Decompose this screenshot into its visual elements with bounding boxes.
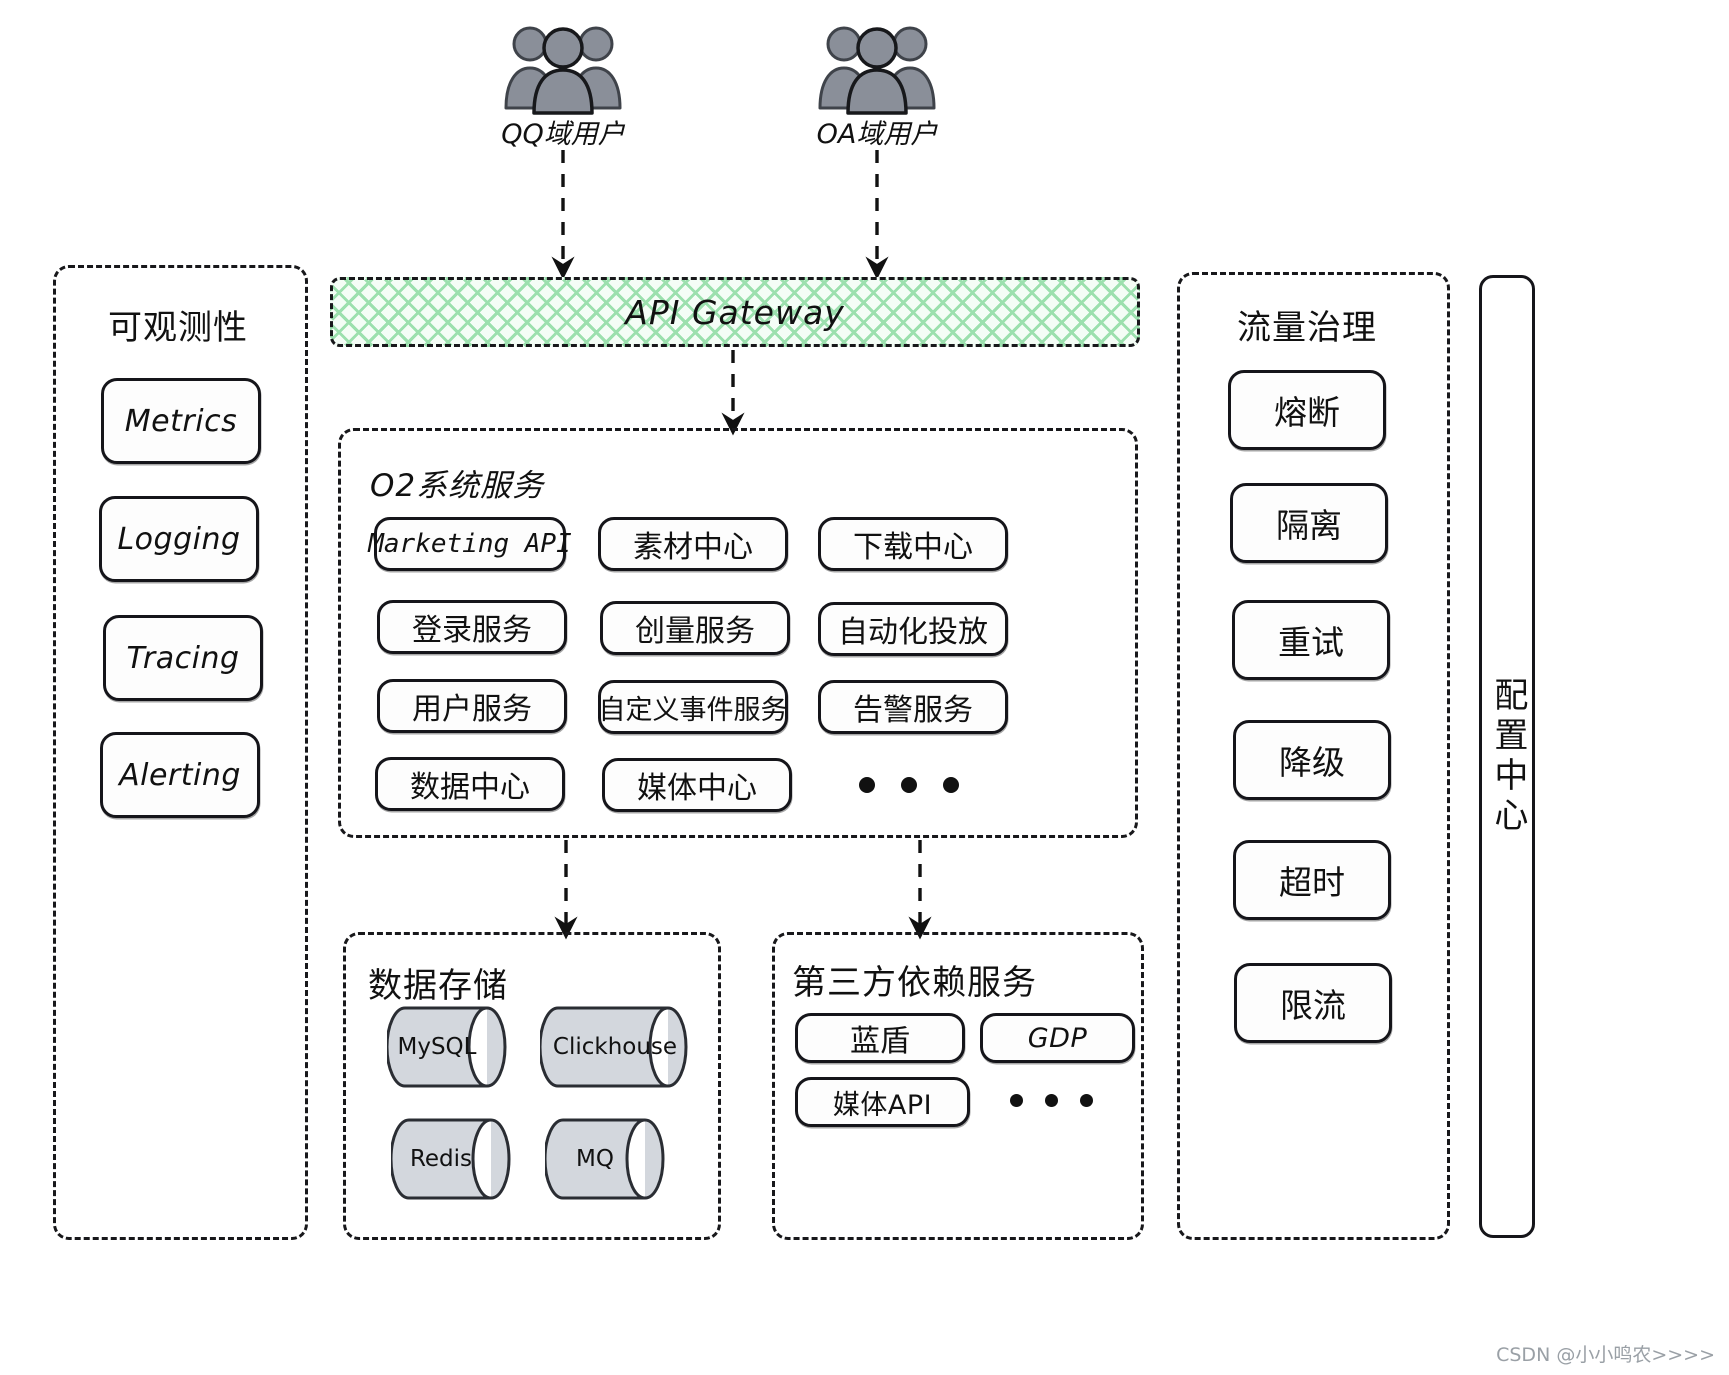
ellipsis-dot <box>859 777 875 793</box>
database-label-clickhouse: Clickhouse <box>552 1034 678 1060</box>
o2-service-data-center[interactable]: 数据中心 <box>375 757 565 811</box>
o2-service-login[interactable]: 登录服务 <box>377 600 567 654</box>
database-label-mysql: MySQL <box>397 1034 477 1060</box>
o2-service-more-ellipsis <box>859 777 959 793</box>
config-center-panel[interactable]: 配置中心 <box>1479 275 1535 1238</box>
third-party-item-landun[interactable]: 蓝盾 <box>795 1013 965 1063</box>
api-gateway-label: API Gateway <box>625 292 845 332</box>
database-label-redis: Redis <box>409 1146 473 1172</box>
traffic-item-circuit-breaker[interactable]: 熔断 <box>1228 370 1386 450</box>
actor-label-oa: OA域用户 <box>816 119 938 150</box>
config-center-label: 配置中心 <box>1488 676 1527 837</box>
o2-service-marketing-api[interactable]: Marketing API <box>368 517 572 571</box>
traffic-item-isolation[interactable]: 隔离 <box>1230 483 1388 563</box>
third-party-item-gdp[interactable]: GDP <box>980 1013 1135 1063</box>
third-party-item-media-api[interactable]: 媒体API <box>795 1077 970 1127</box>
traffic-item-degradation[interactable]: 降级 <box>1233 720 1391 800</box>
o2-service-alert[interactable]: 告警服务 <box>818 680 1008 734</box>
observability-item-tracing[interactable]: Tracing <box>103 615 263 701</box>
ellipsis-dot <box>943 777 959 793</box>
observability-item-logging[interactable]: Logging <box>99 496 259 582</box>
database-label-mq: MQ <box>576 1146 614 1172</box>
ellipsis-dot <box>1045 1094 1058 1107</box>
ellipsis-dot <box>901 777 917 793</box>
database-cylinder-redis[interactable]: Redis <box>391 1116 513 1202</box>
traffic-item-rate-limit[interactable]: 限流 <box>1234 963 1392 1043</box>
users-group-icon-qq <box>503 20 623 115</box>
o2-service-download-center[interactable]: 下载中心 <box>818 517 1008 571</box>
database-cylinder-mq[interactable]: MQ <box>545 1116 667 1202</box>
o2-service-user[interactable]: 用户服务 <box>377 679 567 733</box>
o2-service-automation[interactable]: 自动化投放 <box>818 602 1008 656</box>
observability-item-metrics[interactable]: Metrics <box>101 378 261 464</box>
api-gateway-bar[interactable]: API Gateway <box>330 277 1140 347</box>
traffic-item-retry[interactable]: 重试 <box>1232 600 1390 680</box>
o2-service-volume[interactable]: 创量服务 <box>600 601 790 655</box>
database-cylinder-mysql[interactable]: MySQL <box>387 1004 509 1090</box>
ellipsis-dot <box>1010 1094 1023 1107</box>
o2-service-media-center[interactable]: 媒体中心 <box>602 758 792 812</box>
o2-service-material-center[interactable]: 素材中心 <box>598 517 788 571</box>
data-storage-title: 数据存储 <box>368 967 508 1005</box>
o2-service-custom-event[interactable]: 自定义事件服务 <box>598 680 788 734</box>
traffic-item-timeout[interactable]: 超时 <box>1233 840 1391 920</box>
third-party-more-ellipsis <box>1010 1094 1093 1107</box>
third-party-title: 第三方依赖服务 <box>792 964 1037 1002</box>
o2-services-title: O2系统服务 <box>370 468 545 504</box>
users-group-icon-oa <box>817 20 937 115</box>
actor-label-qq: QQ域用户 <box>501 119 625 150</box>
traffic-governance-title: 流量治理 <box>1237 309 1377 347</box>
watermark-text: CSDN @小小鸣农>>>> <box>1496 1344 1715 1366</box>
database-cylinder-clickhouse[interactable]: Clickhouse <box>540 1004 690 1090</box>
observability-item-alerting[interactable]: Alerting <box>100 732 260 818</box>
ellipsis-dot <box>1080 1094 1093 1107</box>
observability-title: 可观测性 <box>108 309 248 347</box>
